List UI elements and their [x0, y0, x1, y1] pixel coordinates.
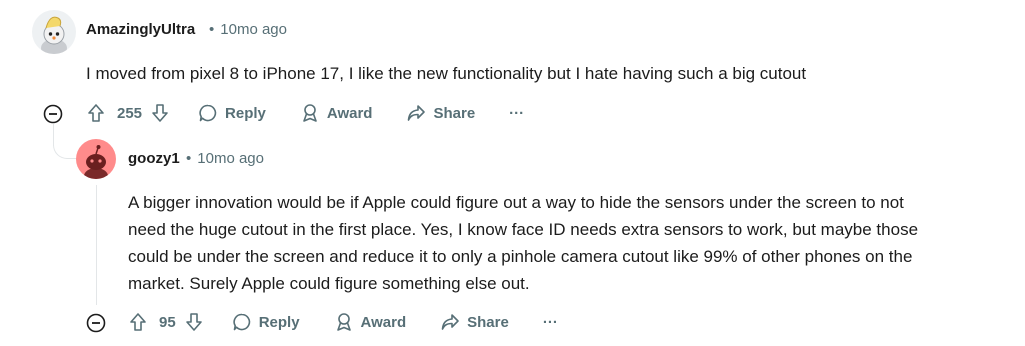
minus-circle-icon	[86, 313, 106, 333]
vote-count: 255	[117, 104, 143, 122]
share-icon	[408, 105, 426, 121]
reply-label: Reply	[258, 313, 300, 331]
upvote-button[interactable]	[128, 312, 148, 332]
avatar[interactable]	[32, 10, 76, 54]
downvote-icon	[185, 313, 202, 331]
upvote-button[interactable]	[86, 103, 106, 123]
comment-bubble-icon	[233, 313, 250, 331]
share-button[interactable]: Share	[440, 312, 509, 332]
comment-timestamp[interactable]: 10mo ago	[197, 150, 264, 167]
collapse-thread-button[interactable]	[86, 313, 106, 333]
thread-line-reply	[96, 185, 97, 305]
reply-label: Reply	[225, 104, 266, 122]
downvote-icon	[152, 104, 168, 122]
share-label: Share	[433, 104, 476, 122]
more-options-button[interactable]: ···	[543, 314, 558, 331]
separator-dot: •	[209, 21, 215, 38]
reply-button[interactable]: Reply	[232, 312, 300, 332]
award-icon	[303, 104, 317, 122]
share-icon	[441, 314, 459, 330]
upvote-icon	[88, 104, 104, 122]
comment-meta: • 10mo ago	[182, 150, 264, 167]
reply-button[interactable]: Reply	[198, 103, 266, 123]
award-icon	[336, 313, 351, 331]
more-options-button[interactable]: ···	[509, 105, 524, 122]
comment-body: A bigger innovation would be if Apple co…	[128, 189, 918, 297]
comment-meta: • 10mo ago	[205, 21, 287, 38]
collapse-thread-button[interactable]	[43, 104, 63, 124]
award-button[interactable]: Award	[300, 103, 373, 123]
downvote-button[interactable]	[184, 312, 204, 332]
award-button[interactable]: Award	[334, 312, 407, 332]
separator-dot: •	[186, 150, 192, 167]
award-label: Award	[360, 313, 407, 331]
minus-circle-icon	[43, 104, 63, 124]
comment-body-line: could be under the screen and reduce it …	[128, 247, 913, 266]
comment-bubble-icon	[199, 104, 217, 122]
share-label: Share	[467, 313, 509, 331]
comment-action-bar: 95 Reply Award Share ···	[128, 308, 558, 336]
comment-body-line: need the huge cutout in the first place.…	[128, 220, 919, 239]
award-label: Award	[326, 104, 373, 122]
vote-count: 95	[159, 313, 176, 331]
upvote-icon	[130, 313, 146, 331]
comment-author[interactable]: AmazinglyUltra	[86, 21, 195, 38]
share-button[interactable]: Share	[406, 103, 475, 123]
comment-body-line: A bigger innovation would be if Apple co…	[128, 193, 904, 212]
downvote-button[interactable]	[150, 103, 170, 123]
avatar[interactable]	[76, 139, 116, 179]
comment-author[interactable]: goozy1	[128, 150, 180, 167]
comment-body-line: market. Surely Apple could figure someth…	[128, 274, 530, 293]
comment-action-bar: 255 Reply Award Share ···	[86, 99, 524, 127]
thread-curve	[53, 124, 78, 159]
comment-timestamp[interactable]: 10mo ago	[220, 21, 287, 38]
comment-body: I moved from pixel 8 to iPhone 17, I lik…	[86, 64, 807, 83]
